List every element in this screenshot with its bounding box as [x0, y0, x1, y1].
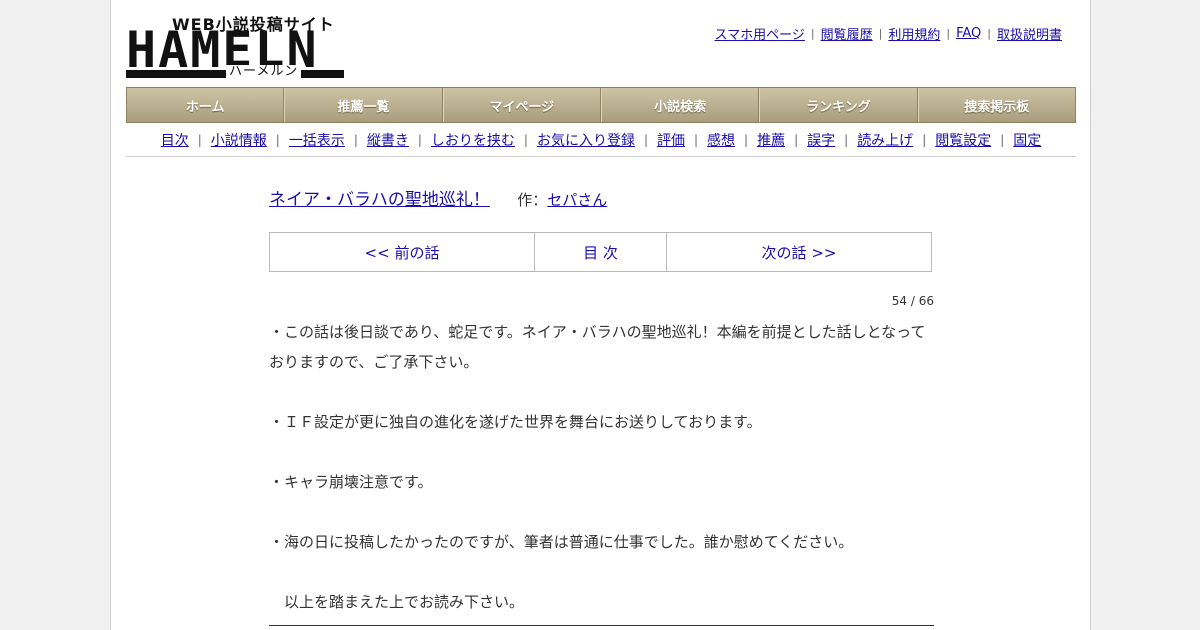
link-smartphone[interactable]: スマホ用ページ: [715, 24, 805, 43]
main-nav: ホーム 推薦一覧 マイページ 小説検索 ランキング 捜索掲示板: [126, 87, 1076, 123]
page-count: 54 / 66: [891, 294, 934, 308]
subnav-typo[interactable]: 誤字: [807, 130, 835, 150]
nav-mypage[interactable]: マイページ: [442, 88, 601, 122]
separator: |: [353, 133, 358, 147]
separator: |: [694, 133, 699, 147]
separator: |: [946, 27, 951, 40]
sub-nav: 目次 | 小説情報 | 一括表示 | 縦書き | しおりを挟む | お気に入り登…: [126, 130, 1076, 150]
logo-kana: ハーメルン: [226, 65, 302, 79]
separator: |: [197, 133, 202, 147]
content-paragraph: ・ＩＦ設定が更に独自の進化を遂げた世界を舞台にお送りしております。: [269, 413, 762, 431]
subnav-recommend[interactable]: 推薦: [757, 130, 785, 150]
subnav-rating[interactable]: 評価: [657, 130, 685, 150]
novel-title[interactable]: ネイア・バラハの聖地巡礼！: [269, 190, 490, 210]
content-paragraph: 以上を踏まえた上でお読み下さい。: [269, 593, 525, 611]
toc-link[interactable]: 目 次: [535, 233, 667, 271]
separator: |: [643, 133, 648, 147]
separator: |: [523, 133, 528, 147]
separator: |: [922, 133, 927, 147]
chapter-nav: << 前の話 目 次 次の話 >>: [269, 232, 932, 272]
link-manual[interactable]: 取扱説明書: [997, 24, 1062, 43]
separator: |: [744, 133, 749, 147]
separator: |: [417, 133, 422, 147]
author-label: 作：: [517, 191, 548, 209]
subnav-bookmark[interactable]: しおりを挟む: [431, 130, 515, 150]
subnav-vertical[interactable]: 縦書き: [367, 130, 409, 150]
nav-recommend[interactable]: 推薦一覧: [284, 88, 443, 122]
separator: |: [1000, 133, 1005, 147]
content-paragraph: ・この話は後日談であり、蛇足です。ネイア・バラハの聖地巡礼！本編を前提とした話し…: [269, 323, 926, 371]
link-terms[interactable]: 利用規約: [888, 24, 940, 43]
separator: |: [844, 133, 849, 147]
content-paragraph: ・海の日に投稿したかったのですが、筆者は普通に仕事でした。誰か慰めてください。: [269, 533, 854, 551]
nav-home[interactable]: ホーム: [127, 88, 285, 122]
subnav-show-all[interactable]: 一括表示: [289, 130, 345, 150]
divider: [126, 156, 1076, 157]
author-link[interactable]: セパさん: [547, 191, 607, 209]
content-paragraph: ・キャラ崩壊注意です。: [269, 473, 433, 491]
separator: |: [987, 27, 991, 40]
chapter-content: ・この話は後日談であり、蛇足です。ネイア・バラハの聖地巡礼！本編を前提とした話し…: [269, 317, 934, 617]
subnav-view-settings[interactable]: 閲覧設定: [935, 130, 991, 150]
separator: |: [794, 133, 799, 147]
page-container: WEB小説投稿サイト HAMELN ハーメルン スマホ用ページ | 閲覧履歴 |…: [110, 0, 1091, 630]
link-faq[interactable]: FAQ: [956, 26, 981, 41]
top-links: スマホ用ページ | 閲覧履歴 | 利用規約 | FAQ | 取扱説明書: [715, 24, 1062, 43]
subnav-toc[interactable]: 目次: [161, 130, 189, 150]
nav-search[interactable]: 小説検索: [600, 88, 760, 122]
nav-board[interactable]: 捜索掲示板: [917, 88, 1075, 122]
subnav-review[interactable]: 感想: [707, 130, 735, 150]
subnav-read-aloud[interactable]: 読み上げ: [857, 130, 913, 150]
subnav-pin[interactable]: 固定: [1013, 130, 1041, 150]
separator: |: [878, 27, 883, 40]
next-chapter-link[interactable]: 次の話 >>: [667, 233, 931, 271]
novel-header: ネイア・バラハの聖地巡礼！ 作：セパさん: [269, 185, 607, 210]
content-divider: [269, 625, 934, 626]
site-logo[interactable]: WEB小説投稿サイト HAMELN ハーメルン: [126, 10, 346, 80]
prev-chapter-link[interactable]: << 前の話: [270, 233, 535, 271]
subnav-novel-info[interactable]: 小説情報: [211, 130, 267, 150]
separator: |: [275, 133, 280, 147]
separator: |: [810, 27, 815, 40]
nav-ranking[interactable]: ランキング: [759, 88, 918, 122]
subnav-favorite[interactable]: お気に入り登録: [537, 130, 635, 150]
link-history[interactable]: 閲覧履歴: [821, 24, 873, 43]
